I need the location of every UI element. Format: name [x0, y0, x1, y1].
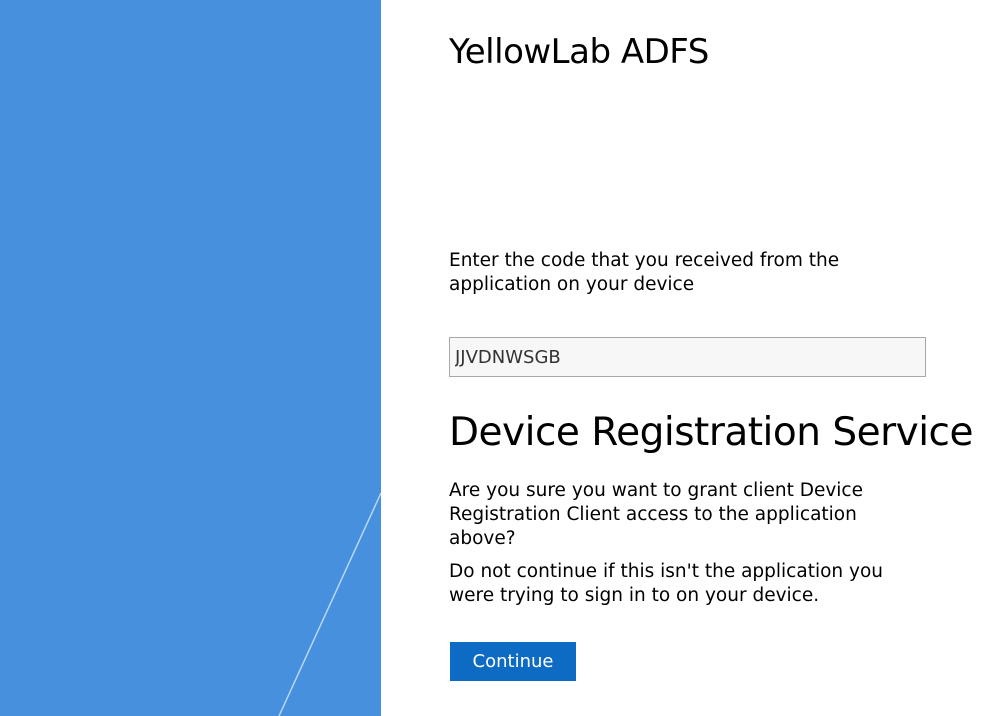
illustration-panel [0, 0, 381, 716]
illustration-background [0, 0, 381, 716]
grant-access-question: Are you sure you want to grant client De… [449, 479, 919, 551]
service-title: Device Registration Service [449, 410, 973, 455]
background-illustration [0, 0, 381, 716]
adfs-device-code-page: YellowLab ADFS Enter the code that you r… [0, 0, 1000, 716]
device-code-input[interactable] [449, 337, 926, 377]
warning-text: Do not continue if this isn't the applic… [449, 560, 919, 608]
continue-button[interactable]: Continue [450, 642, 576, 681]
brand-title: YellowLab ADFS [449, 32, 709, 72]
code-prompt-text: Enter the code that you received from th… [449, 249, 924, 297]
